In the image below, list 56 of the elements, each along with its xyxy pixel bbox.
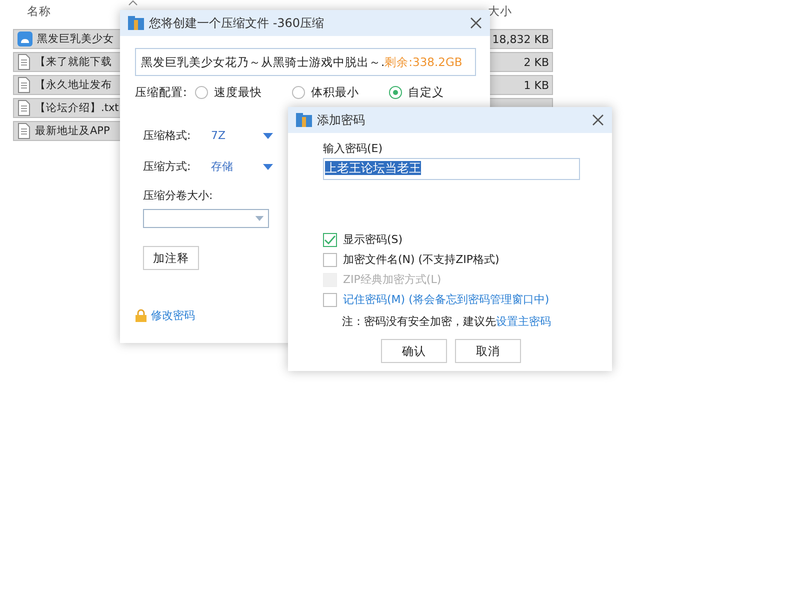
dialog-button[interactable]: 取消 bbox=[455, 339, 521, 363]
checkbox[interactable] bbox=[323, 252, 337, 266]
radio-button[interactable] bbox=[292, 86, 305, 99]
checkbox[interactable] bbox=[323, 292, 337, 306]
text-file-icon bbox=[17, 54, 31, 70]
dropdown-icon[interactable] bbox=[263, 132, 273, 138]
file-name: 【论坛介绍】.txt bbox=[35, 101, 119, 115]
password-field[interactable]: 上老王论坛当老王 bbox=[323, 158, 580, 180]
checkbox-label: 加密文件名(N) (不支持ZIP格式) bbox=[343, 252, 500, 267]
checkbox-label: ZIP经典加密方式(L) bbox=[343, 272, 442, 287]
set-master-password-link[interactable]: 设置主密码 bbox=[496, 314, 551, 329]
text-file-icon bbox=[17, 123, 31, 139]
radio-label: 体积最小 bbox=[310, 85, 359, 100]
note-text: 注：密码没有安全加密，建议先 bbox=[342, 314, 496, 329]
volume-size-dropdown[interactable] bbox=[143, 209, 269, 228]
text-file-icon bbox=[17, 100, 31, 116]
path-text: 黑发巨乳美少女花乃～从黑骑士游戏中脱出～. bbox=[141, 54, 385, 70]
password-label: 输入密码(E) bbox=[323, 141, 383, 156]
volume-size-label: 压缩分卷大小: bbox=[143, 188, 213, 203]
radio-button[interactable] bbox=[388, 86, 402, 99]
app-file-icon bbox=[17, 31, 33, 47]
archive-icon bbox=[128, 16, 144, 30]
change-password-link[interactable]: 修改密码 bbox=[151, 308, 195, 323]
file-size: 2 KB bbox=[524, 56, 549, 68]
comment-button[interactable]: 加注释 bbox=[143, 246, 199, 270]
checkbox[interactable] bbox=[323, 232, 337, 246]
dropdown-icon[interactable] bbox=[255, 216, 264, 221]
config-label: 压缩配置: bbox=[135, 85, 187, 100]
format-value[interactable]: 7Z bbox=[211, 129, 263, 142]
dropdown-icon[interactable] bbox=[263, 164, 273, 170]
dialog-button[interactable]: 确认 bbox=[381, 339, 447, 363]
lock-icon bbox=[135, 309, 147, 322]
checkbox-label: 记住密码(M) (将会备忘到密码管理窗口中) bbox=[343, 292, 550, 307]
window-title: 添加密码 bbox=[317, 112, 365, 128]
file-name: 最新地址及APP bbox=[35, 124, 110, 138]
window-title: 您将创建一个压缩文件 -360压缩 bbox=[149, 14, 324, 32]
column-header[interactable]: 名称 bbox=[27, 4, 51, 19]
format-label: 压缩格式: bbox=[143, 128, 192, 143]
method-label: 压缩方式: bbox=[143, 159, 192, 174]
file-name: 黑发巨乳美少女 bbox=[37, 32, 114, 46]
radio-label: 速度最快 bbox=[214, 85, 262, 100]
archive-icon bbox=[296, 113, 312, 127]
file-name: 【来了就能下载 bbox=[35, 55, 112, 69]
radio-button[interactable] bbox=[194, 86, 208, 99]
close-button[interactable] bbox=[470, 17, 482, 29]
method-value[interactable]: 存储 bbox=[211, 159, 263, 174]
close-button[interactable] bbox=[592, 114, 604, 126]
path-field[interactable]: 黑发巨乳美少女花乃～从黑骑士游戏中脱出～.剩余:338.2GB bbox=[135, 48, 476, 76]
text-file-icon bbox=[17, 77, 31, 93]
file-size: 1 KB bbox=[524, 78, 549, 92]
free-space: 剩余:338.2GB bbox=[384, 54, 462, 70]
sort-caret-icon bbox=[128, 0, 138, 6]
radio-label: 自定义 bbox=[408, 85, 444, 100]
checkbox-label: 显示密码(S) bbox=[343, 232, 403, 247]
file-name: 【永久地址发布 bbox=[35, 78, 112, 92]
file-size: 18,832 KB bbox=[492, 32, 549, 46]
